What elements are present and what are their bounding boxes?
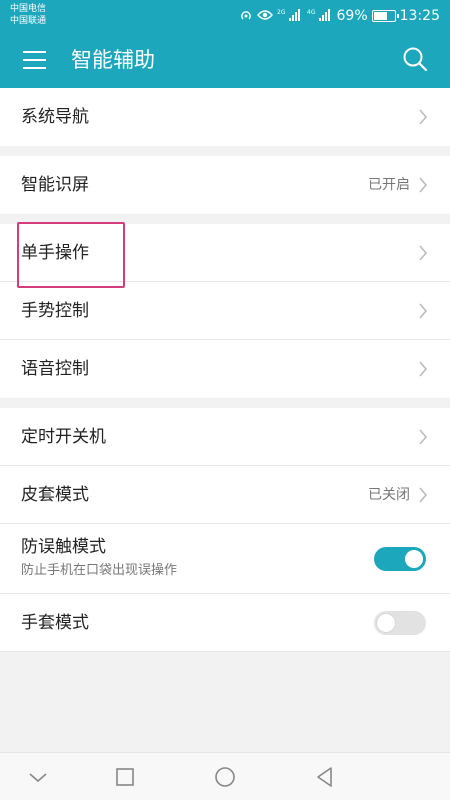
row-gesture-control[interactable]: 手势控制 [0,282,450,340]
row-label: 手套模式 [21,613,89,633]
row-subtitle: 防止手机在口袋出现误操作 [21,563,178,578]
row-voice-control[interactable]: 语音控制 [0,340,450,398]
row-system-navigation[interactable]: 系统导航 [0,88,450,146]
chevron-right-icon [419,487,428,503]
battery-fill [373,12,387,20]
group-navigation: 系统导航 [0,88,450,146]
row-accidental-touch-mode: 防误触模式 防止手机在口袋出现误操作 [0,524,450,594]
group-smart-screen: 智能识屏 已开启 [0,156,450,214]
battery-icon [371,10,399,22]
system-nav-bar [0,752,450,800]
group-modes: 定时开关机 皮套模式 已关闭 防误触模式 防止手机在口袋出现误操作 手套模式 [0,408,450,652]
status-text: 已关闭 [368,487,410,503]
status-text: 已开启 [368,177,410,193]
battery-percent: 69% [336,8,368,24]
chevron-right-icon [419,429,428,445]
row-cover-mode[interactable]: 皮套模式 已关闭 [0,466,450,524]
chevron-right-icon [419,245,428,261]
row-label: 智能识屏 [21,175,89,195]
carrier-info: 中国电信 中国联通 [10,3,46,27]
circle-icon[interactable] [213,765,237,789]
row-scheduled-power[interactable]: 定时开关机 [0,408,450,466]
page-title: 智能辅助 [71,48,155,72]
highlight-box [17,222,125,288]
chevron-right-icon [419,177,428,193]
app-bar: 智能辅助 [0,32,450,88]
network-1-label: 2G [277,9,286,16]
row-label: 手势控制 [21,301,89,321]
row-label: 定时开关机 [21,427,106,447]
row-label: 系统导航 [21,107,89,127]
chevron-right-icon [419,109,428,125]
clock: 13:25 [399,8,440,24]
row-glove-mode: 手套模式 [0,594,450,652]
accidental-touch-toggle[interactable] [374,547,426,571]
signal-icon-2: 4G [307,8,333,25]
hotspot-icon [239,8,253,25]
chevron-right-icon [419,303,428,319]
row-label: 防误触模式 [21,537,106,557]
row-smart-screen[interactable]: 智能识屏 已开启 [0,156,450,214]
menu-icon[interactable] [23,51,46,69]
glove-mode-toggle[interactable] [374,611,426,635]
signal-icon-1: 2G [277,8,303,25]
row-label: 语音控制 [21,359,89,379]
carrier-2: 中国联通 [10,16,47,26]
toggle-knob [377,614,395,632]
triangle-back-icon[interactable] [313,765,337,789]
status-bar: 中国电信 中国联通 2G 4G 69% 13:25 [0,0,450,32]
toggle-knob [405,550,423,568]
settings-list: 系统导航 智能识屏 已开启 单手操作 手势控制 语音控制 定时开关机 皮套模式 … [0,88,450,652]
search-icon[interactable] [402,46,428,72]
status-icons: 2G 4G 69% 13:25 [239,7,440,25]
chevron-down-icon[interactable] [26,765,50,789]
eye-icon [256,9,273,24]
square-icon[interactable] [113,765,137,789]
carrier-1: 中国电信 [10,4,47,14]
network-2-label: 4G [307,9,316,16]
row-label: 皮套模式 [21,485,89,505]
chevron-right-icon [419,361,428,377]
